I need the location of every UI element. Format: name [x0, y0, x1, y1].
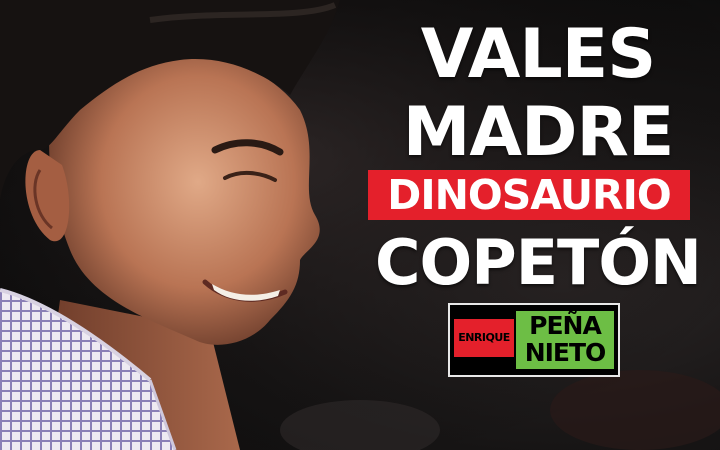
logo-last-name-line-2: NIETO — [524, 338, 607, 367]
logo-last-name-line-1: PEÑA — [529, 311, 602, 340]
headline-line-3: DINOSAURIO — [387, 171, 671, 219]
logo-first-name: ENRIQUE — [458, 331, 510, 344]
campaign-logo: ENRIQUE PEÑA NIETO — [448, 303, 620, 377]
headline-line-4: COPETÓN — [375, 226, 702, 299]
campaign-poster: VALES MADRE DINOSAURIO COPETÓN ENRIQUE P… — [0, 0, 720, 450]
headline-line-1: VALES — [420, 15, 656, 94]
headline-line-2: MADRE — [402, 93, 675, 172]
